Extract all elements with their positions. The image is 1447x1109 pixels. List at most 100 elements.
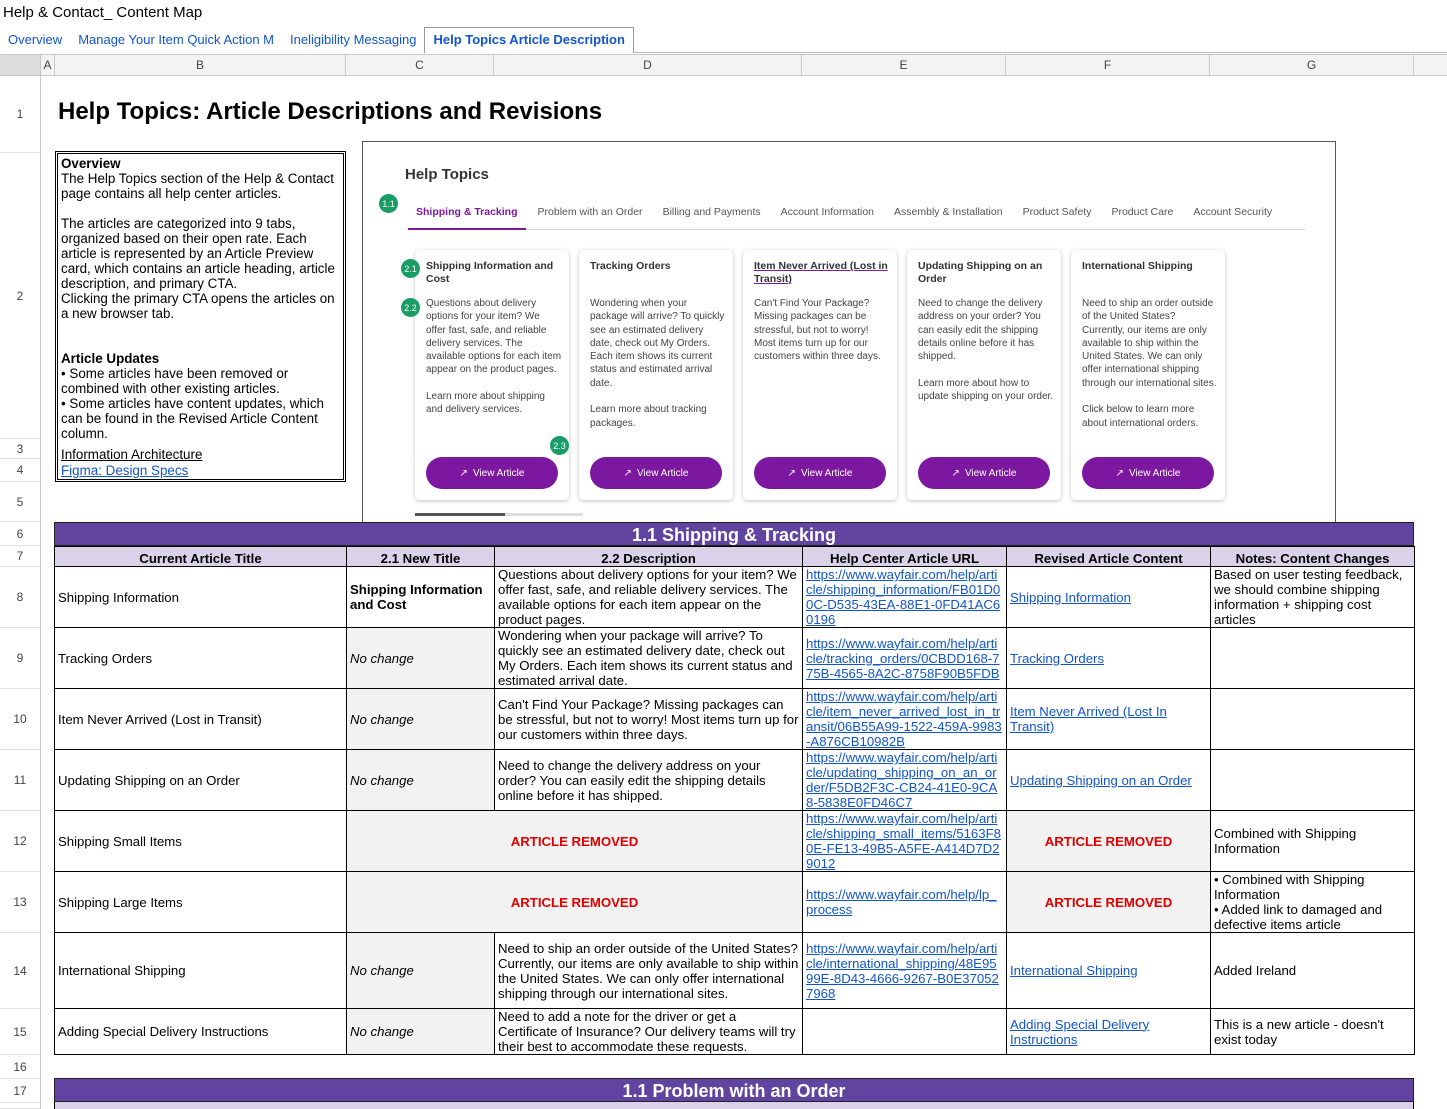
tab-help-topics[interactable]: Help Topics Article Description (424, 27, 634, 53)
row-header-15[interactable]: 15 (0, 1009, 41, 1055)
url-cell[interactable]: https://www.wayfair.com/help/article/upd… (802, 749, 1007, 811)
revised-content-link[interactable]: Adding Special Delivery Instructions (1010, 1017, 1149, 1047)
notes-cell[interactable]: • Combined with Shipping Information • A… (1210, 871, 1415, 933)
url-cell[interactable] (802, 1008, 1007, 1055)
description-cell[interactable]: Need to add a note for the driver or get… (494, 1008, 803, 1055)
col-header-f[interactable]: F (1006, 54, 1210, 76)
col-header-d[interactable]: D (494, 54, 802, 76)
tab-ineligibility[interactable]: Ineligibility Messaging (282, 28, 424, 53)
revised-removed-cell[interactable]: ARTICLE REMOVED (1006, 871, 1211, 933)
new-title-cell[interactable]: No change (346, 688, 495, 750)
revised-removed-cell[interactable]: ARTICLE REMOVED (1006, 810, 1211, 872)
description-cell[interactable]: Need to change the delivery address on y… (494, 749, 803, 811)
notes-cell[interactable] (1210, 627, 1415, 689)
article-url-link[interactable]: https://www.wayfair.com/help/lp_process (806, 887, 997, 917)
row-header-17[interactable]: 17 (0, 1079, 41, 1103)
new-title-cell[interactable]: No change (346, 749, 495, 811)
current-title-cell[interactable]: Shipping Information (54, 566, 347, 628)
col-header-c[interactable]: C (346, 54, 494, 76)
current-title-cell[interactable]: Item Never Arrived (Lost in Transit) (54, 688, 347, 750)
information-architecture-link[interactable]: Information Architecture (61, 447, 340, 462)
description-cell[interactable]: Need to ship an order outside of the Uni… (494, 932, 803, 1009)
col-header-b[interactable]: B (55, 54, 346, 76)
new-title-cell[interactable]: No change (346, 932, 495, 1009)
row-header-4[interactable]: 4 (0, 459, 41, 482)
notes-cell[interactable] (1210, 749, 1415, 811)
row-header-5[interactable]: 5 (0, 482, 41, 522)
row-header-13[interactable]: 13 (0, 872, 41, 933)
article-removed-cell[interactable]: ARTICLE REMOVED (346, 810, 803, 872)
figma-design-specs-link[interactable]: Figma: Design Specs (61, 463, 340, 478)
notes-cell[interactable]: This is a new article - doesn't exist to… (1210, 1008, 1415, 1055)
row-header-6[interactable]: 6 (0, 522, 41, 546)
notes-cell[interactable]: Based on user testing feedback, we shoul… (1210, 566, 1415, 628)
revised-cell[interactable]: Item Never Arrived (Lost In Transit) (1006, 688, 1211, 750)
url-cell[interactable]: https://www.wayfair.com/help/article/shi… (802, 566, 1007, 628)
current-title-cell[interactable]: Shipping Small Items (54, 810, 347, 872)
article-url-link[interactable]: https://www.wayfair.com/help/article/upd… (806, 751, 997, 810)
tab-manage-item[interactable]: Manage Your Item Quick Action M (70, 28, 282, 53)
url-cell[interactable]: https://www.wayfair.com/help/article/ite… (802, 688, 1007, 750)
mock-tab-billing[interactable]: Billing and Payments (655, 202, 769, 230)
article-url-link[interactable]: https://www.wayfair.com/help/article/shi… (806, 812, 1001, 871)
description-cell[interactable]: Can't Find Your Package? Missing package… (494, 688, 803, 750)
revised-cell[interactable]: Shipping Information (1006, 566, 1211, 628)
card-scrollbar[interactable] (415, 513, 583, 516)
notes-cell[interactable]: Combined with Shipping Information (1210, 810, 1415, 872)
view-article-button[interactable]: ↗ View Article (1082, 457, 1214, 489)
row-header-18[interactable] (0, 1103, 41, 1109)
view-article-button[interactable]: ↗ View Article (754, 457, 886, 489)
mock-tab-product-care[interactable]: Product Care (1103, 202, 1181, 230)
mock-tab-product-safety[interactable]: Product Safety (1015, 202, 1100, 230)
article-removed-cell[interactable]: ARTICLE REMOVED (346, 871, 803, 933)
revised-cell[interactable]: Updating Shipping on an Order (1006, 749, 1211, 811)
article-url-link[interactable]: https://www.wayfair.com/help/article/int… (806, 941, 999, 1001)
article-url-link[interactable]: https://www.wayfair.com/help/article/ite… (806, 690, 1002, 749)
row-header-14[interactable]: 14 (0, 933, 41, 1009)
mock-tab-assembly[interactable]: Assembly & Installation (886, 202, 1011, 230)
mock-tab-problem[interactable]: Problem with an Order (530, 202, 651, 230)
row-header-2[interactable]: 2 (0, 153, 41, 439)
mock-tab-shipping[interactable]: Shipping & Tracking (408, 202, 526, 230)
tab-overview[interactable]: Overview (0, 28, 70, 53)
revised-content-link[interactable]: Tracking Orders (1010, 651, 1104, 666)
row-header-7[interactable]: 7 (0, 546, 41, 567)
mock-tab-account-security[interactable]: Account Security (1185, 202, 1280, 230)
row-header-10[interactable]: 10 (0, 689, 41, 750)
col-header-h[interactable] (1414, 54, 1447, 76)
mock-tab-account-info[interactable]: Account Information (773, 202, 882, 230)
new-title-cell[interactable]: No change (346, 627, 495, 689)
description-cell[interactable]: Questions about delivery options for you… (494, 566, 803, 628)
row-header-9[interactable]: 9 (0, 628, 41, 689)
revised-content-link[interactable]: Item Never Arrived (Lost In Transit) (1010, 704, 1167, 734)
row-header-12[interactable]: 12 (0, 811, 41, 872)
view-article-button[interactable]: ↗ View Article (918, 457, 1050, 489)
new-title-cell[interactable]: No change (346, 1008, 495, 1055)
notes-cell[interactable] (1210, 688, 1415, 750)
row-header-3[interactable]: 3 (0, 439, 41, 459)
col-header-e[interactable]: E (802, 54, 1006, 76)
notes-cell[interactable]: Added Ireland (1210, 932, 1415, 1009)
current-title-cell[interactable]: Updating Shipping on an Order (54, 749, 347, 811)
scrollbar-thumb[interactable] (415, 513, 505, 516)
col-header-g[interactable]: G (1210, 54, 1414, 76)
article-url-link[interactable]: https://www.wayfair.com/help/article/tra… (806, 636, 1000, 681)
url-cell[interactable]: https://www.wayfair.com/help/article/shi… (802, 810, 1007, 872)
description-cell[interactable]: Wondering when your package will arrive?… (494, 627, 803, 689)
view-article-button[interactable]: ↗ View Article (590, 457, 722, 489)
article-url-link[interactable]: https://www.wayfair.com/help/article/shi… (806, 568, 1000, 627)
revised-cell[interactable]: Tracking Orders (1006, 627, 1211, 689)
view-article-button[interactable]: ↗ View Article (426, 457, 558, 489)
url-cell[interactable]: https://www.wayfair.com/help/article/tra… (802, 627, 1007, 689)
current-title-cell[interactable]: Adding Special Delivery Instructions (54, 1008, 347, 1055)
url-cell[interactable]: https://www.wayfair.com/help/lp_process (802, 871, 1007, 933)
current-title-cell[interactable]: International Shipping (54, 932, 347, 1009)
revised-cell[interactable]: Adding Special Delivery Instructions (1006, 1008, 1211, 1055)
revised-content-link[interactable]: Shipping Information (1010, 590, 1131, 605)
row-header-16[interactable]: 16 (0, 1055, 41, 1079)
url-cell[interactable]: https://www.wayfair.com/help/article/int… (802, 932, 1007, 1009)
row-header-11[interactable]: 11 (0, 750, 41, 811)
col-header-a[interactable]: A (41, 54, 55, 76)
select-all-corner[interactable] (0, 54, 41, 76)
row-header-8[interactable]: 8 (0, 567, 41, 628)
